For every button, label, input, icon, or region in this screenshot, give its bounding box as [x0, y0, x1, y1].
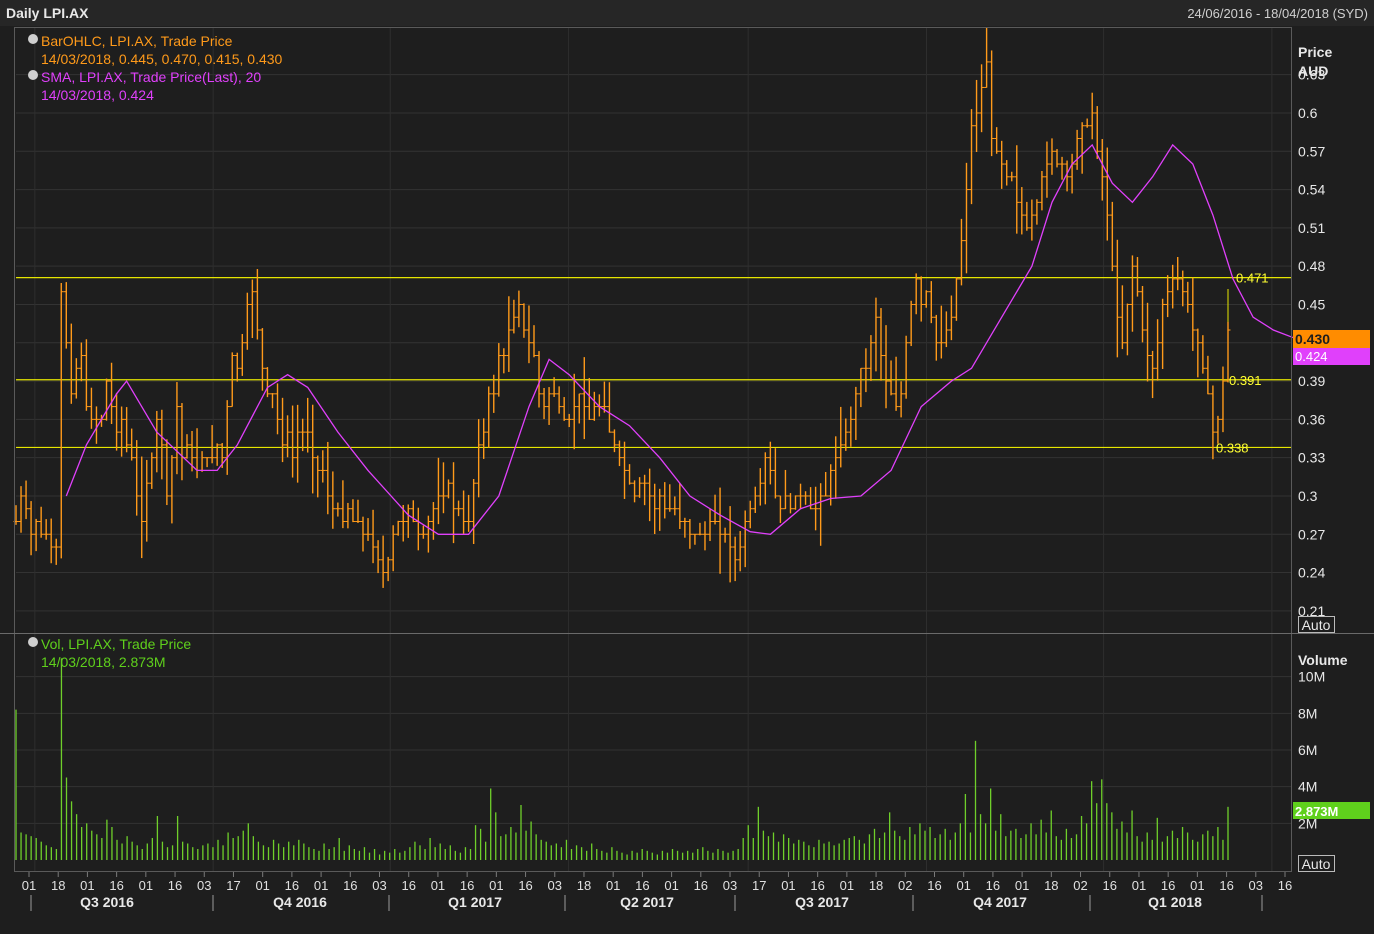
quarter-label: Q3 2016 — [80, 894, 134, 910]
x-day-label: 18 — [51, 878, 65, 893]
chart-background — [0, 0, 1374, 934]
x-day-label: 03 — [723, 878, 737, 893]
last-price-label: 0.430 — [1295, 331, 1330, 347]
volume-axis-title: Volume — [1298, 652, 1348, 668]
x-day-label: 16 — [810, 878, 824, 893]
x-day-label: 16 — [285, 878, 299, 893]
legend-sma-text: SMA, LPI.AX, Trade Price(Last), 20 — [41, 69, 261, 85]
reference-line-label: 0.338 — [1216, 440, 1249, 455]
x-day-label: 16 — [635, 878, 649, 893]
price-axis-title: Price — [1298, 44, 1332, 60]
price-tick-label: 0.48 — [1298, 258, 1325, 274]
x-day-label: 16 — [986, 878, 1000, 893]
x-day-label: 01 — [255, 878, 269, 893]
price-tick-label: 0.63 — [1298, 67, 1325, 83]
x-day-label: 02 — [1073, 878, 1087, 893]
price-tick-label: 0.27 — [1298, 526, 1325, 542]
x-day-label: 03 — [197, 878, 211, 893]
header-bar — [0, 0, 1374, 26]
x-day-label: 16 — [168, 878, 182, 893]
x-day-label: 01 — [781, 878, 795, 893]
price-tick-label: 0.39 — [1298, 373, 1325, 389]
price-tick-label: 0.51 — [1298, 220, 1325, 236]
quarter-label: Q3 2017 — [795, 894, 849, 910]
legend-sma-icon[interactable] — [28, 70, 38, 80]
legend-bar-text: BarOHLC, LPI.AX, Trade Price — [41, 33, 233, 49]
x-day-label: 01 — [489, 878, 503, 893]
x-day-label: 16 — [1103, 878, 1117, 893]
reference-line-label: 0.391 — [1229, 373, 1262, 388]
x-day-label: 16 — [460, 878, 474, 893]
volume-auto-label: Auto — [1302, 856, 1331, 872]
volume-tick-label: 8M — [1298, 705, 1317, 721]
x-day-label: 03 — [548, 878, 562, 893]
price-tick-label: 0.3 — [1298, 488, 1318, 504]
price-tick-label: 0.24 — [1298, 565, 1325, 581]
quarter-label: Q1 2017 — [448, 894, 502, 910]
chart-title: Daily LPI.AX — [6, 5, 89, 21]
x-day-label: 16 — [1278, 878, 1292, 893]
chart-canvas: 0.471 0.391 0.338 Daily LPI.AX 24/06/2016 … — [0, 0, 1374, 934]
x-day-label: 16 — [518, 878, 532, 893]
date-range: 24/06/2016 - 18/04/2018 (SYD) — [1187, 6, 1368, 21]
x-day-label: 01 — [22, 878, 36, 893]
x-day-label: 01 — [314, 878, 328, 893]
x-day-label: 18 — [577, 878, 591, 893]
legend-bar-value: 14/03/2018, 0.445, 0.470, 0.415, 0.430 — [41, 51, 283, 67]
x-day-label: 16 — [1161, 878, 1175, 893]
volume-tick-label: 4M — [1298, 779, 1317, 795]
quarter-label: Q1 2018 — [1148, 894, 1202, 910]
x-day-label: 16 — [109, 878, 123, 893]
x-day-label: 18 — [1044, 878, 1058, 893]
legend-vol-icon[interactable] — [28, 637, 38, 647]
volume-tick-label: 10M — [1298, 669, 1325, 685]
x-day-label: 16 — [401, 878, 415, 893]
x-day-label: 03 — [1249, 878, 1263, 893]
x-day-label: 17 — [752, 878, 766, 893]
x-day-label: 17 — [226, 878, 240, 893]
x-day-label: 01 — [139, 878, 153, 893]
x-day-label: 18 — [869, 878, 883, 893]
x-day-label: 01 — [80, 878, 94, 893]
x-day-label: 16 — [1219, 878, 1233, 893]
volume-tick-label: 6M — [1298, 742, 1317, 758]
last-volume-label: 2.873M — [1295, 804, 1338, 819]
x-day-label: 16 — [343, 878, 357, 893]
price-tick-label: 0.45 — [1298, 296, 1325, 312]
x-day-label: 16 — [927, 878, 941, 893]
x-day-label: 01 — [431, 878, 445, 893]
x-day-label: 01 — [956, 878, 970, 893]
x-day-label: 01 — [840, 878, 854, 893]
quarter-label: Q4 2017 — [973, 894, 1027, 910]
price-tick-label: 0.6 — [1298, 105, 1318, 121]
reference-line-label: 0.471 — [1236, 271, 1269, 286]
legend-vol-text: Vol, LPI.AX, Trade Price — [41, 636, 191, 652]
legend-bar-icon[interactable] — [28, 34, 38, 44]
legend-sma-value: 14/03/2018, 0.424 — [41, 87, 154, 103]
sma-value-label: 0.424 — [1295, 349, 1328, 364]
x-day-label: 01 — [1015, 878, 1029, 893]
price-tick-label: 0.33 — [1298, 450, 1325, 466]
x-day-label: 01 — [606, 878, 620, 893]
legend-vol-value: 14/03/2018, 2.873M — [41, 654, 166, 670]
price-tick-label: 0.57 — [1298, 143, 1325, 159]
x-day-label: 16 — [694, 878, 708, 893]
price-tick-label: 0.36 — [1298, 411, 1325, 427]
x-day-label: 01 — [1190, 878, 1204, 893]
x-day-label: 01 — [664, 878, 678, 893]
quarter-label: Q4 2016 — [273, 894, 327, 910]
quarter-label: Q2 2017 — [620, 894, 674, 910]
price-auto-label: Auto — [1302, 617, 1331, 633]
x-day-label: 02 — [898, 878, 912, 893]
x-day-label: 01 — [1132, 878, 1146, 893]
x-day-label: 03 — [372, 878, 386, 893]
price-tick-label: 0.54 — [1298, 182, 1325, 198]
